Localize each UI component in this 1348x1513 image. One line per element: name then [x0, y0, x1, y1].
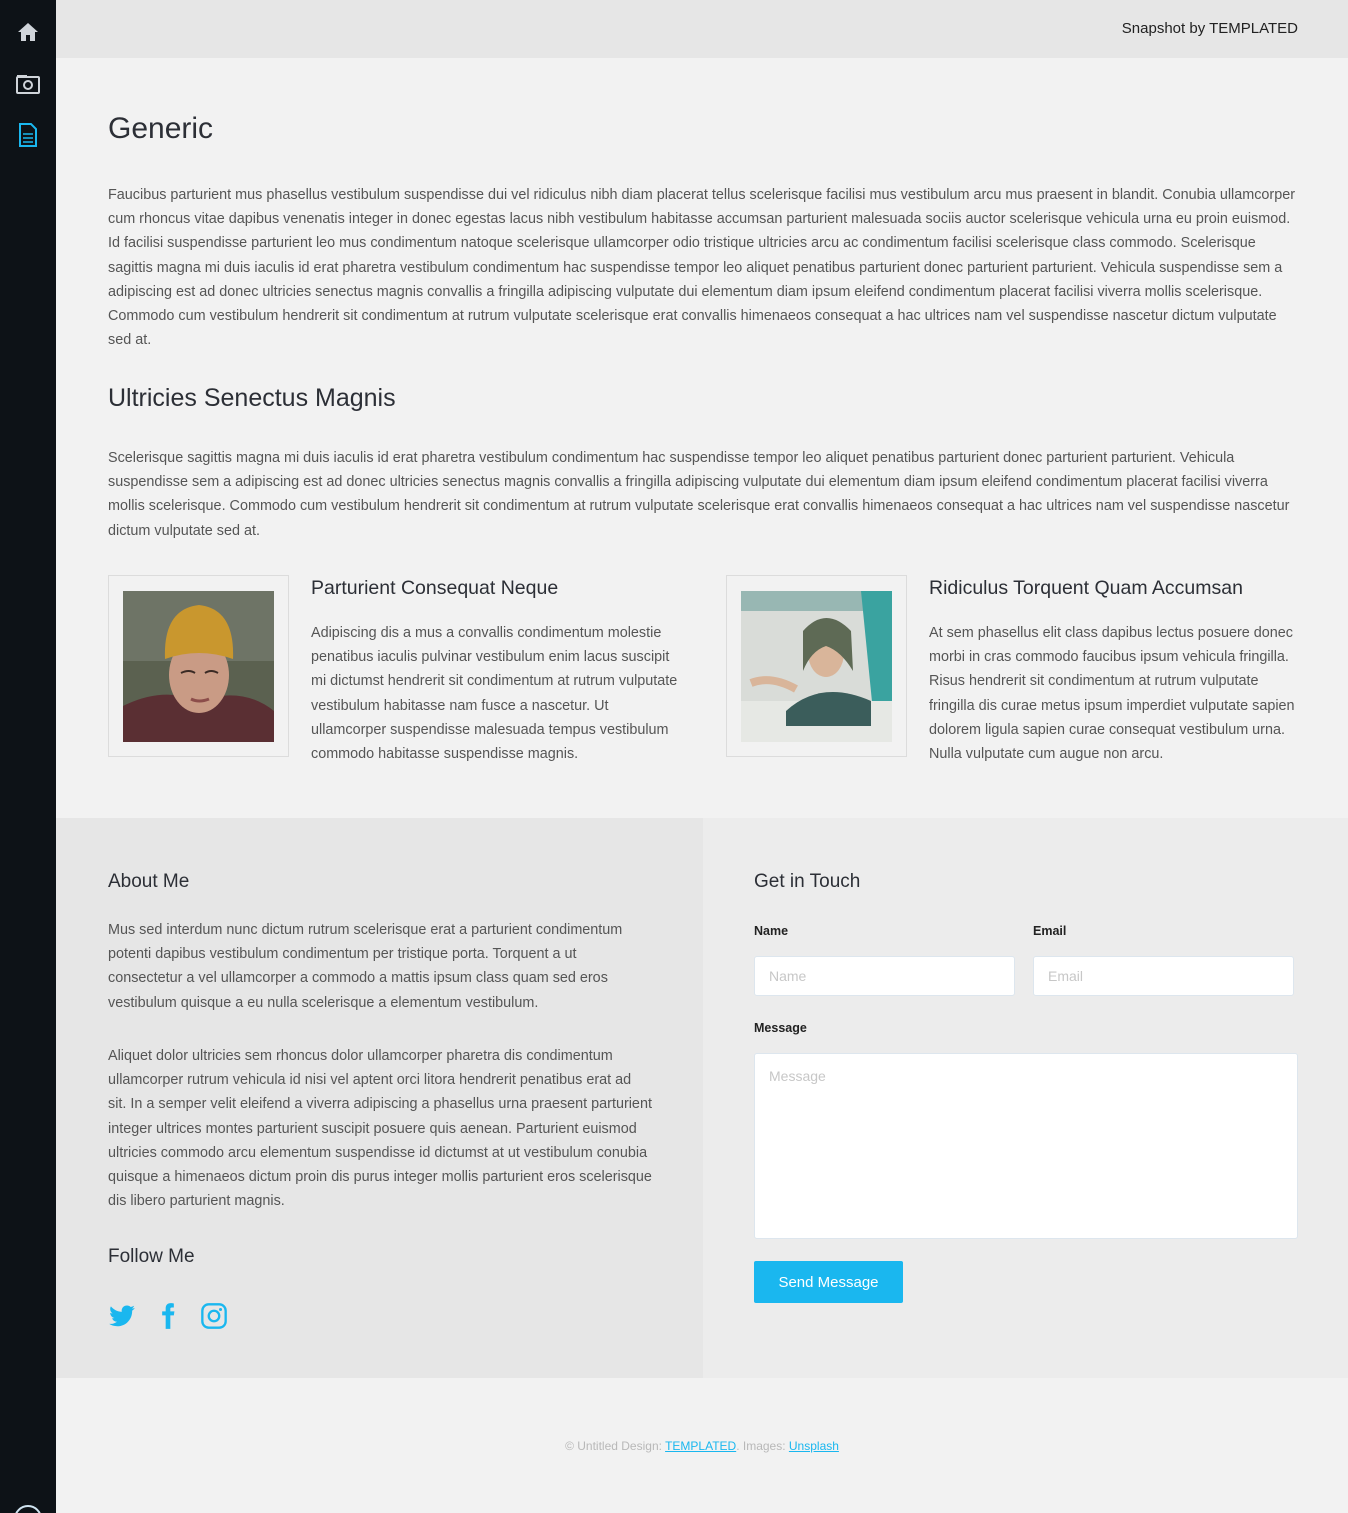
scroll-top-icon[interactable] — [14, 1505, 42, 1513]
about-paragraph-1: Mus sed interdum nunc dictum rutrum scel… — [108, 922, 623, 1011]
email-field[interactable] — [1033, 956, 1294, 996]
templated-link[interactable]: TEMPLATED — [665, 1439, 736, 1453]
header: Snapshot by TEMPLATED — [56, 0, 1348, 58]
instagram-icon[interactable] — [200, 1302, 228, 1330]
unsplash-link[interactable]: Unsplash — [789, 1439, 839, 1453]
section-paragraph: Scelerisque sagittis magna mi duis iacul… — [108, 450, 1290, 539]
about-paragraph-2: Aliquet dolor ultricies sem rhoncus dolo… — [108, 1048, 652, 1210]
feature-image-frame — [108, 575, 289, 757]
email-label: Email — [1033, 924, 1067, 938]
feature-text: Adipiscing dis a mus a convallis condime… — [311, 625, 678, 763]
portrait-image — [123, 591, 274, 742]
brand-title[interactable]: Snapshot by TEMPLATED — [1122, 20, 1298, 37]
nav-gallery[interactable] — [16, 72, 40, 96]
follow-title: Follow Me — [108, 1246, 195, 1267]
feature-item: Ridiculus Torquent Quam Accumsan At sem … — [726, 575, 1316, 765]
feature-text: At sem phasellus elit class dapibus lect… — [929, 625, 1295, 763]
document-icon — [18, 123, 38, 147]
send-message-button[interactable]: Send Message — [754, 1261, 903, 1303]
intro-paragraph: Faucibus parturient mus phasellus vestib… — [108, 187, 1296, 349]
social-links — [108, 1302, 228, 1330]
feature-title: Parturient Consequat Neque — [311, 577, 559, 599]
section-title: Ultricies Senectus Magnis — [108, 384, 396, 412]
name-label: Name — [754, 924, 789, 938]
message-label: Message — [754, 1021, 807, 1035]
contact-title: Get in Touch — [754, 871, 861, 892]
page-title: Generic — [108, 112, 214, 145]
twitter-icon[interactable] — [108, 1302, 136, 1330]
feature-image-frame — [726, 575, 907, 757]
message-field[interactable] — [754, 1053, 1298, 1239]
facebook-icon[interactable] — [154, 1302, 182, 1330]
about-title: About Me — [108, 871, 190, 892]
car-window-image — [741, 591, 892, 742]
nav-generic[interactable] — [16, 123, 40, 147]
copyright-mid: . Images: — [736, 1439, 789, 1453]
feature-item: Parturient Consequat Neque Adipiscing di… — [108, 575, 698, 765]
home-icon — [17, 22, 39, 42]
copyright: © Untitled Design: TEMPLATED. Images: Un… — [56, 1439, 1348, 1453]
camera-icon — [16, 74, 40, 94]
feature-title: Ridiculus Torquent Quam Accumsan — [929, 577, 1243, 599]
nav-home[interactable] — [16, 20, 40, 44]
sidebar — [0, 0, 56, 1513]
name-field[interactable] — [754, 956, 1015, 996]
copyright-prefix: © Untitled Design: — [565, 1439, 666, 1453]
